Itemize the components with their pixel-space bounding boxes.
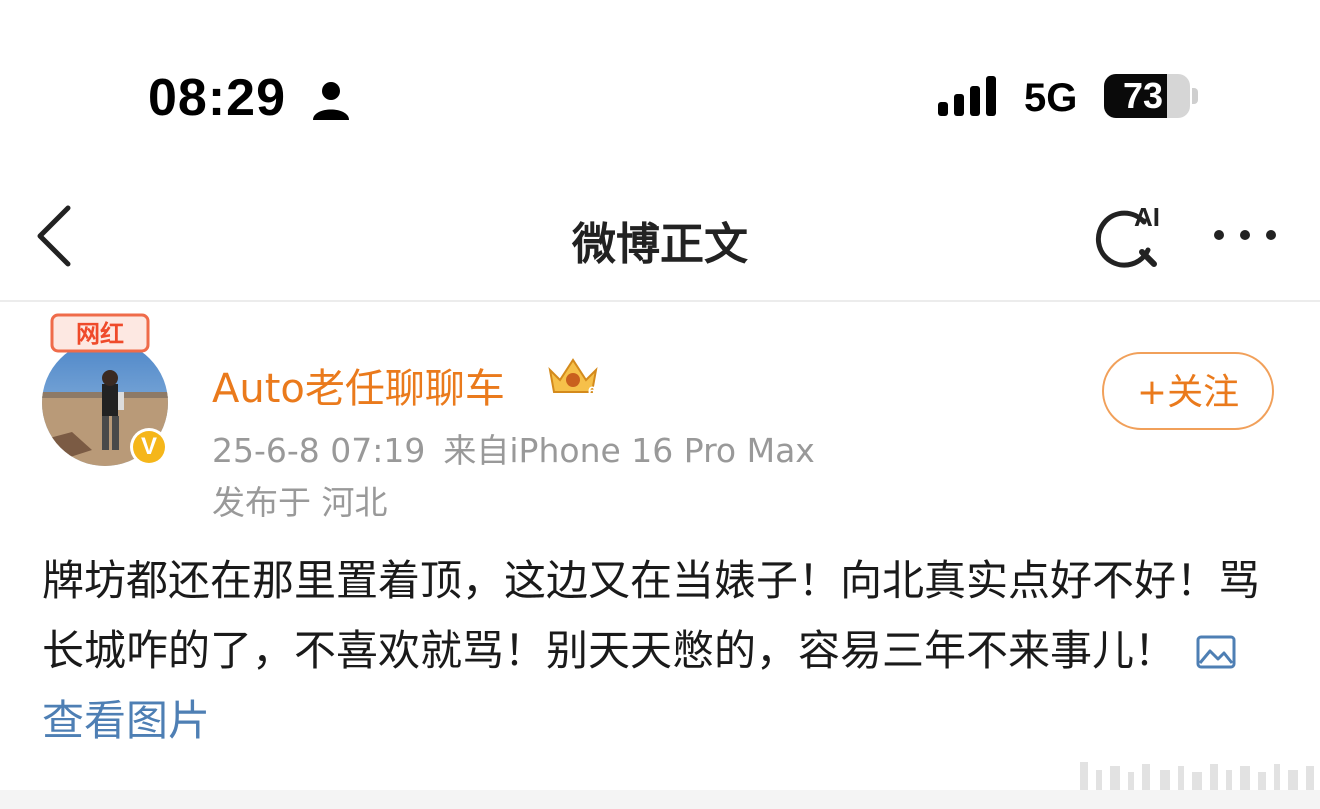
bottom-strip (0, 790, 1320, 809)
battery-cap (1192, 88, 1198, 104)
post-date: 25-6-8 07:19 (212, 431, 426, 470)
post-source: 来自iPhone 16 Pro Max (443, 431, 815, 470)
person-icon (313, 82, 349, 120)
nav-divider (0, 300, 1320, 302)
ai-label: AI (1134, 202, 1160, 232)
influencer-badge: 网红 (50, 313, 150, 353)
status-time: 08:29 (148, 69, 286, 127)
view-picture-label: 查看图片 (42, 696, 211, 745)
battery-percent: 73 (1122, 75, 1164, 116)
follow-button[interactable]: +关注 (1102, 352, 1274, 430)
post-text-container: 牌坊都还在那里置着顶，这边又在当婊子！向北真实点好不好！骂长城咋的了，不喜欢就骂… (42, 546, 1262, 756)
crown-level-icon: 6 (548, 358, 598, 398)
badge-label: 网红 (76, 320, 124, 348)
post-meta: 25-6-8 07:19 来自iPhone 16 Pro Max (212, 424, 833, 472)
level-badge: 6 (588, 383, 596, 398)
username[interactable]: Auto老任聊聊车 (212, 356, 505, 414)
more-icon[interactable] (1210, 222, 1280, 248)
verified-mark: V (133, 431, 165, 463)
ai-search-icon[interactable]: AI (1094, 200, 1170, 272)
picture-icon (1196, 635, 1236, 669)
battery-icon: 73 (1104, 74, 1190, 118)
post-location: 发布于 河北 (212, 483, 388, 522)
verified-icon: V (130, 428, 168, 466)
network-label: 5G (1024, 76, 1078, 120)
signal-icon (938, 76, 996, 116)
post-text: 牌坊都还在那里置着顶，这边又在当婊子！向北真实点好不好！骂长城咋的了，不喜欢就骂… (42, 556, 1261, 675)
